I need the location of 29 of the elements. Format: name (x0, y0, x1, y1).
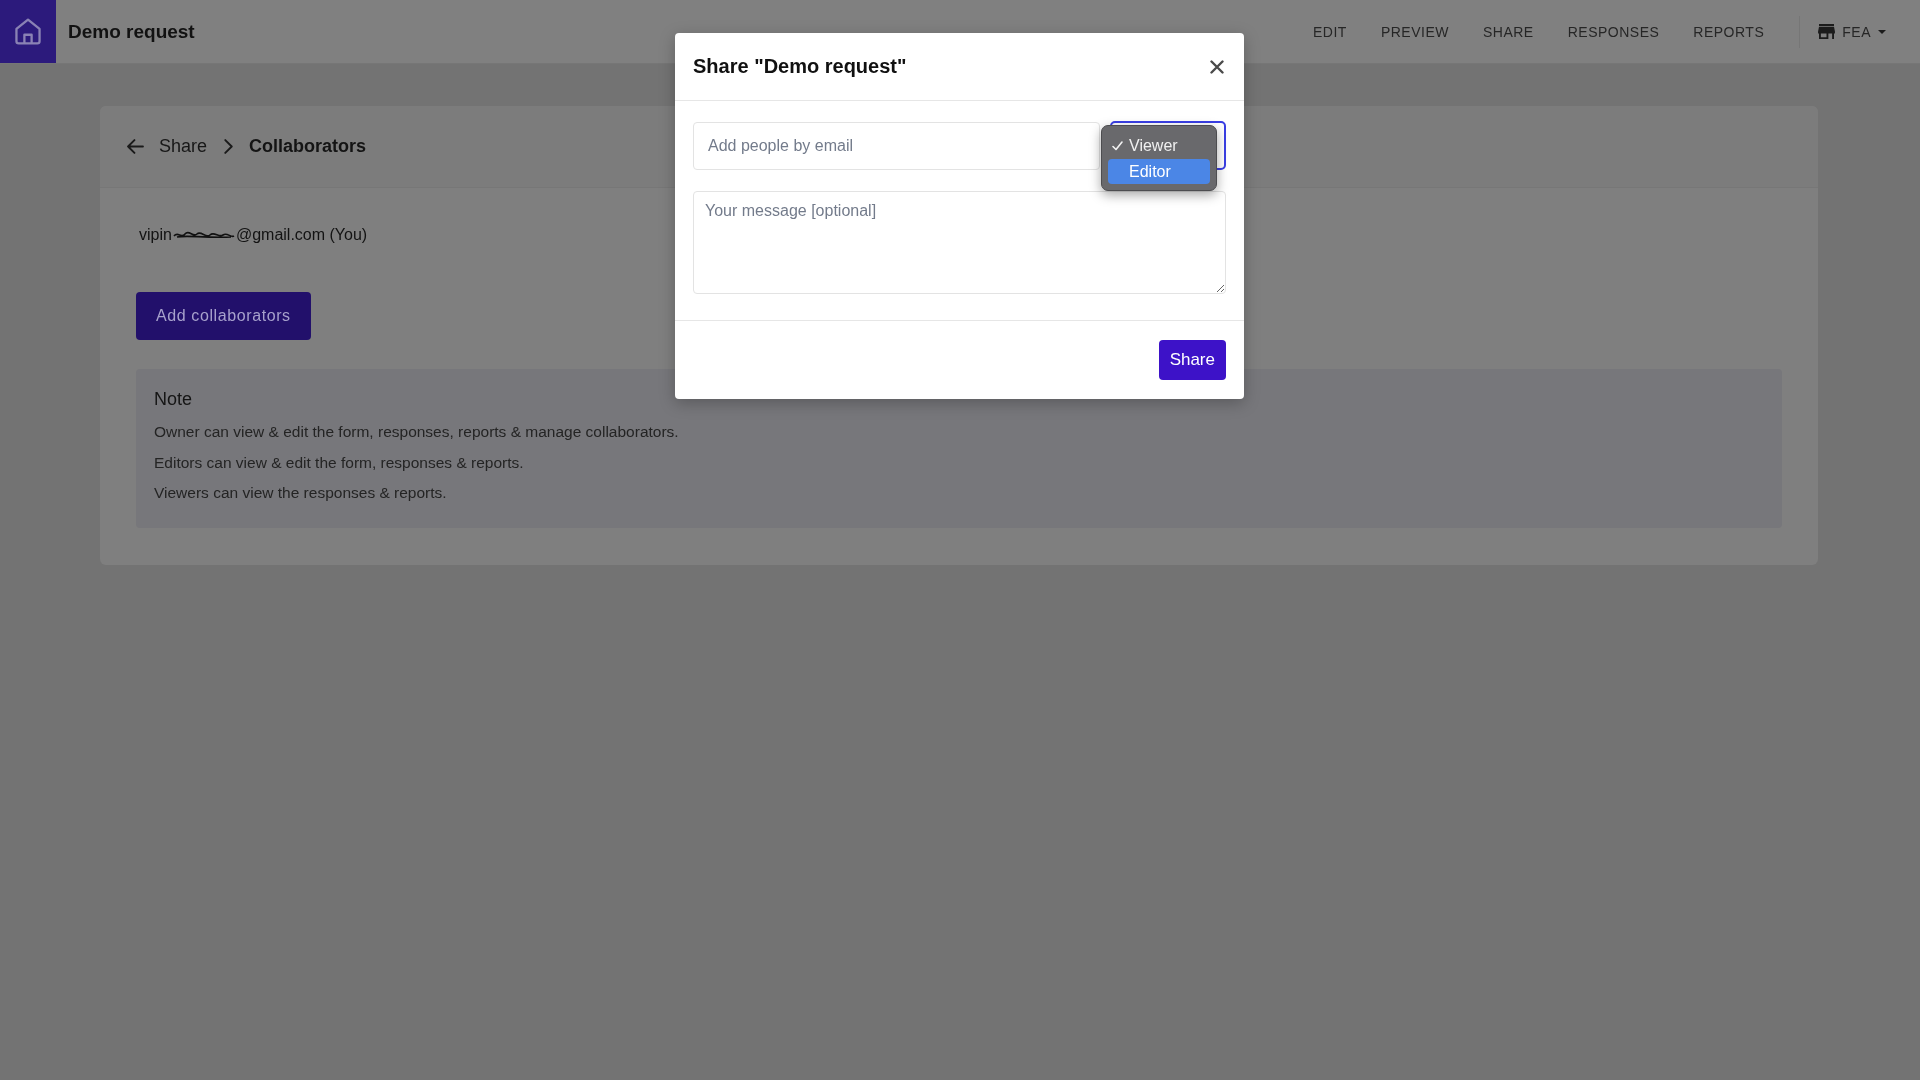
add-collaborators-button[interactable]: Add collaborators (136, 292, 311, 340)
breadcrumb-current: Collaborators (249, 136, 367, 157)
close-icon[interactable] (1210, 59, 1224, 74)
nav-tab[interactable]: RESPONSES (1567, 22, 1660, 41)
back-arrow-icon[interactable] (127, 139, 144, 154)
email-domain-text: @gmail.com (You) (235, 226, 368, 244)
note-text: Viewers can view the responses & reports. (154, 483, 448, 503)
role-option[interactable]: Viewer (1108, 133, 1210, 158)
breadcrumb-link[interactable]: Share (159, 136, 208, 157)
share-button[interactable]: Share (1158, 340, 1226, 380)
note-title: Note (154, 388, 194, 411)
workspace-button[interactable]: FEA (1818, 22, 1886, 41)
nav-tab[interactable]: EDIT (1313, 22, 1347, 41)
dialog-title: Share "Demo request" (693, 55, 907, 78)
caret-icon (1878, 29, 1886, 34)
email-name-text: vipin (139, 226, 172, 244)
chevron-right-icon (224, 139, 234, 154)
note-text: Editors can view & edit the form, responses & reports. (154, 452, 525, 473)
nav-tab[interactable]: PREVIEW (1380, 22, 1449, 41)
nav-tab[interactable]: SHARE (1482, 22, 1534, 41)
home-button[interactable] (0, 0, 56, 63)
nav-tab[interactable]: REPORTS (1693, 22, 1765, 41)
note-text: Owner can view & edit the form, responses, reports & manage collaborators. (154, 422, 680, 442)
email-field[interactable]: Add people by email (693, 121, 1100, 170)
role-option[interactable]: Editor (1108, 159, 1210, 184)
form-title: Demo request (68, 20, 195, 43)
home-icon (15, 17, 41, 45)
store-icon (1818, 24, 1836, 39)
message-field[interactable]: Your message [optional] (693, 191, 1226, 294)
